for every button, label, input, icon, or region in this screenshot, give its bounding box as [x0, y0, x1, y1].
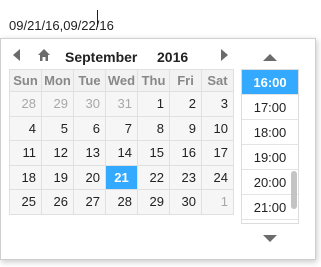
time-option-selected[interactable]: 16:00	[242, 70, 298, 95]
text-caret	[97, 10, 98, 27]
day-cell[interactable]: 25	[9, 189, 42, 215]
week-row: 28 29 30 31 1 2 3	[9, 91, 234, 117]
time-option[interactable]: 20:00	[242, 170, 298, 195]
time-list-scrollbar[interactable]	[291, 171, 297, 209]
day-cell[interactable]: 10	[201, 115, 234, 141]
time-option[interactable]: 19:00	[242, 145, 298, 170]
day-cell[interactable]: 13	[73, 140, 106, 166]
day-cell[interactable]: 27	[73, 189, 106, 215]
day-cell[interactable]: 15	[137, 140, 170, 166]
day-cell[interactable]: 28	[9, 91, 42, 117]
day-cell[interactable]: 3	[201, 91, 234, 117]
time-scroll-up-icon[interactable]	[263, 54, 277, 61]
day-cell[interactable]: 22	[137, 164, 170, 190]
day-cell[interactable]: 18	[9, 164, 42, 190]
weekday-label: Fri	[169, 69, 202, 92]
time-option[interactable]: 18:00	[242, 120, 298, 145]
datetime-picker-popup: September 2016 Sun Mon Tue Wed Thu Fri S…	[0, 38, 316, 260]
day-cell[interactable]: 31	[105, 91, 138, 117]
week-row: 18 19 20 21 22 23 24	[9, 164, 234, 190]
calendar-grid: Sun Mon Tue Wed Thu Fri Sat 28 29 30 31 1 2 3 4…	[9, 69, 234, 215]
weekday-label: Sat	[201, 69, 234, 92]
day-cell[interactable]: 1	[201, 189, 234, 215]
weekday-label: Mon	[41, 69, 74, 92]
week-row: 11 12 13 14 15 16 17	[9, 140, 234, 166]
home-icon[interactable]	[37, 48, 51, 62]
day-cell[interactable]: 11	[9, 140, 42, 166]
day-cell[interactable]: 12	[41, 140, 74, 166]
day-cell[interactable]: 1	[137, 91, 170, 117]
day-cell[interactable]: 24	[201, 164, 234, 190]
day-cell[interactable]: 30	[73, 91, 106, 117]
day-cell[interactable]: 16	[169, 140, 202, 166]
time-scroll-down-icon[interactable]	[263, 235, 277, 242]
day-cell[interactable]: 23	[169, 164, 202, 190]
time-option[interactable]: 21:00	[242, 195, 298, 220]
weekday-label: Thu	[137, 69, 170, 92]
day-cell[interactable]: 29	[41, 91, 74, 117]
day-cell[interactable]: 19	[41, 164, 74, 190]
day-cell[interactable]: 28	[105, 189, 138, 215]
day-cell[interactable]: 30	[169, 189, 202, 215]
weekday-row: Sun Mon Tue Wed Thu Fri Sat	[9, 69, 234, 92]
day-cell[interactable]: 8	[137, 115, 170, 141]
day-cell[interactable]: 7	[105, 115, 138, 141]
day-cell[interactable]: 26	[41, 189, 74, 215]
prev-month-icon[interactable]	[13, 49, 20, 61]
day-cell[interactable]: 17	[201, 140, 234, 166]
day-cell[interactable]: 9	[169, 115, 202, 141]
next-month-icon[interactable]	[221, 49, 228, 61]
date-input[interactable]	[0, 0, 150, 38]
day-cell[interactable]: 4	[9, 115, 42, 141]
month-select[interactable]: September	[65, 49, 137, 65]
week-row: 25 26 27 28 29 30 1	[9, 189, 234, 215]
day-cell[interactable]: 2	[169, 91, 202, 117]
time-option[interactable]: 17:00	[242, 95, 298, 120]
weekday-label: Sun	[9, 69, 42, 92]
year-select[interactable]: 2016	[157, 49, 188, 65]
day-cell[interactable]: 5	[41, 115, 74, 141]
day-cell[interactable]: 20	[73, 164, 106, 190]
day-cell-selected[interactable]: 21	[105, 164, 138, 190]
day-cell[interactable]: 6	[73, 115, 106, 141]
day-cell[interactable]: 14	[105, 140, 138, 166]
weekday-label: Tue	[73, 69, 106, 92]
week-row: 4 5 6 7 8 9 10	[9, 115, 234, 141]
calendar-header: September 2016	[9, 45, 233, 67]
weekday-label: Wed	[105, 69, 138, 92]
day-cell[interactable]: 29	[137, 189, 170, 215]
